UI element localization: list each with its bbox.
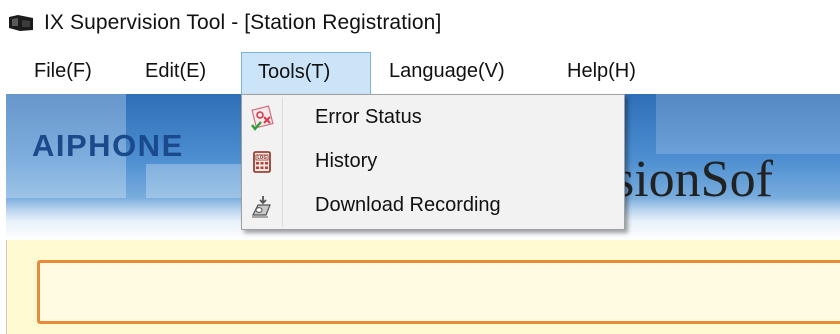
menu-item-label: History (315, 150, 378, 172)
window-title: IX Supervision Tool - [Station Registrat… (44, 11, 442, 34)
content-area (6, 240, 840, 334)
menu-item-label: Error Status (315, 106, 422, 128)
menu-item-error-status[interactable]: Error Status (243, 97, 623, 141)
banner-decoration (656, 94, 840, 154)
menu-bar: File(F) Edit(E) Tools(T) Language(V) Hel… (0, 48, 840, 94)
error-status-icon (251, 105, 274, 131)
menu-tools[interactable]: Tools(T) (241, 52, 371, 94)
banner-decoration (146, 164, 256, 198)
menu-file[interactable]: File(F) (34, 48, 92, 94)
download-recording-icon (252, 196, 271, 218)
status-panel (37, 260, 840, 324)
menu-item-history[interactable]: LOG History (243, 141, 623, 185)
menu-edit[interactable]: Edit(E) (145, 48, 206, 94)
menu-language[interactable]: Language(V) (389, 48, 505, 94)
title-bar: IX Supervision Tool - [Station Registrat… (0, 0, 840, 48)
aiphone-logo: AIPHONE (32, 128, 184, 163)
product-name-text: sionSof (614, 151, 773, 208)
history-log-icon: LOG (253, 151, 271, 173)
tools-dropdown-menu: Error Status LOG History Download Record… (241, 94, 625, 230)
menu-item-label: Download Recording (315, 194, 501, 216)
app-icon (9, 15, 33, 31)
svg-text:LOG: LOG (257, 155, 267, 160)
menu-item-download-recording[interactable]: Download Recording (243, 185, 623, 229)
menu-help[interactable]: Help(H) (567, 48, 636, 94)
